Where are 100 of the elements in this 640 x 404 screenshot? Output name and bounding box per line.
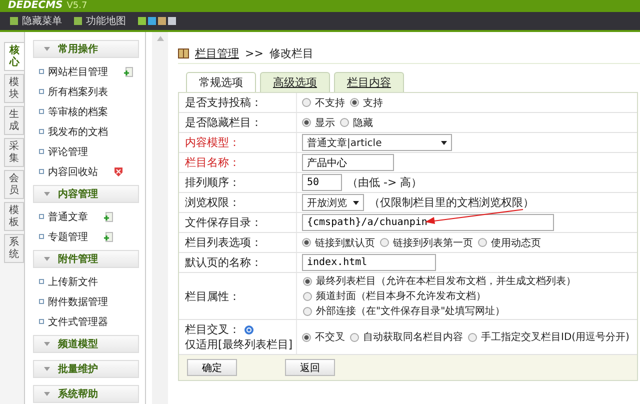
- radio-icon[interactable]: [350, 332, 359, 342]
- radio-icon[interactable]: [302, 332, 311, 342]
- version-label: V5.7: [66, 1, 88, 11]
- field-label: 文件保存目录：: [185, 215, 262, 230]
- radio-option[interactable]: 手工指定交叉栏目ID(用逗号分开): [468, 330, 630, 344]
- field-label: 栏目属性：: [185, 288, 240, 304]
- radio-icon[interactable]: [302, 98, 311, 107]
- input-field[interactable]: 50: [302, 174, 342, 191]
- tab[interactable]: 栏目内容: [334, 72, 404, 92]
- field-label: 栏目列表选项：: [185, 235, 262, 250]
- tab[interactable]: 高级选项: [260, 72, 330, 92]
- theme-swatch[interactable]: [168, 17, 176, 25]
- radio-option[interactable]: 链接到默认页: [302, 236, 375, 250]
- side-tab[interactable]: 模板: [4, 202, 24, 231]
- radio-icon[interactable]: [302, 118, 311, 127]
- caret-icon: [44, 192, 50, 196]
- input-field[interactable]: 产品中心: [302, 154, 394, 171]
- radio-icon[interactable]: [468, 332, 477, 342]
- radio-icon[interactable]: [303, 276, 312, 286]
- scroll-up-icon[interactable]: [156, 36, 164, 41]
- radio-icon[interactable]: [303, 306, 312, 316]
- field-label: 排列顺序：: [185, 175, 240, 190]
- dropdown[interactable]: 普通文章|article: [302, 134, 452, 151]
- menu-item[interactable]: 文件式管理器: [48, 314, 108, 328]
- input-field[interactable]: {cmspath}/a/chuanpin: [302, 214, 554, 231]
- radio-option[interactable]: 隐藏: [340, 116, 373, 130]
- side-tab[interactable]: 生成: [4, 106, 24, 135]
- radio-option[interactable]: 不交叉: [302, 330, 345, 344]
- theme-swatch[interactable]: [138, 17, 146, 25]
- add-page-icon[interactable]: [104, 212, 113, 222]
- hint-text: （由低 -> 高）: [347, 175, 422, 190]
- field-label: 默认页的名称：: [185, 255, 262, 270]
- help-icon[interactable]: [244, 324, 254, 334]
- caret-icon: [44, 342, 50, 346]
- field-label: 是否隐藏栏目：: [185, 115, 262, 130]
- book-icon: [178, 48, 189, 59]
- menu-item[interactable]: 评论管理: [48, 144, 88, 158]
- dropdown-arrow-icon: [441, 140, 447, 144]
- add-page-icon[interactable]: [124, 66, 133, 76]
- radio-icon[interactable]: [380, 238, 389, 247]
- form-button[interactable]: 返回: [285, 359, 335, 376]
- caret-icon: [44, 47, 50, 51]
- radio-option[interactable]: 链接到列表第一页: [380, 236, 473, 250]
- radio-icon[interactable]: [303, 292, 312, 300]
- field-label: 栏目交叉：: [185, 322, 240, 337]
- side-tab[interactable]: 核心: [4, 42, 24, 71]
- menu-item[interactable]: 专题管理: [48, 230, 88, 244]
- delete-icon[interactable]: [114, 166, 123, 176]
- radio-option[interactable]: 使用动态页: [478, 236, 541, 250]
- dropdown-arrow-icon: [353, 200, 359, 204]
- field-label: 栏目名称：: [185, 155, 240, 170]
- menu-group-header[interactable]: 常用操作: [33, 40, 139, 58]
- menu-item[interactable]: 附件数据管理: [48, 294, 108, 308]
- side-tab[interactable]: 系统: [4, 234, 24, 263]
- logo: DEDECMS: [8, 1, 63, 11]
- caret-icon: [44, 392, 50, 396]
- menu-item[interactable]: 网站栏目管理: [48, 64, 108, 78]
- menu-group-header[interactable]: 附件管理: [33, 250, 139, 268]
- radio-option[interactable]: 最终列表栏目（允许在本栏目发布文档，并生成文档列表）: [303, 274, 631, 288]
- breadcrumb-link[interactable]: 栏目管理: [195, 46, 239, 61]
- add-page-icon[interactable]: [104, 232, 113, 242]
- radio-option[interactable]: 自动获取同名栏目内容: [350, 330, 463, 344]
- tab[interactable]: 常规选项: [186, 72, 256, 92]
- menu-group-header[interactable]: 批量维护: [33, 360, 139, 378]
- dropdown[interactable]: 开放浏览: [302, 194, 364, 211]
- field-note: 仅适用[最终列表栏目]: [185, 337, 290, 352]
- radio-option[interactable]: 外部连接（在"文件保存目录"处填写网址）: [303, 304, 631, 318]
- radio-icon[interactable]: [302, 238, 311, 247]
- side-tab[interactable]: 会员: [4, 170, 24, 199]
- caret-icon: [44, 257, 50, 261]
- theme-swatch[interactable]: [158, 17, 166, 25]
- menu-item[interactable]: 内容回收站: [48, 164, 98, 178]
- menu-group-header[interactable]: 频道模型: [33, 335, 139, 353]
- hint-text: （仅限制栏目里的文档浏览权限）: [369, 195, 534, 210]
- radio-option[interactable]: 支持: [350, 96, 383, 110]
- radio-option[interactable]: 不支持: [302, 96, 345, 110]
- radio-icon[interactable]: [350, 98, 359, 107]
- radio-option[interactable]: 频道封面（栏目本身不允许发布文档）: [303, 289, 631, 303]
- menu-item[interactable]: 所有档案列表: [48, 84, 108, 98]
- caret-icon: [44, 367, 50, 371]
- menu-item[interactable]: 普通文章: [48, 210, 88, 224]
- field-label: 浏览权限：: [185, 195, 240, 210]
- menu-item[interactable]: 我发布的文档: [48, 124, 108, 138]
- radio-icon[interactable]: [478, 238, 487, 247]
- theme-swatch[interactable]: [148, 17, 156, 25]
- field-label: 是否支持投稿：: [185, 95, 262, 110]
- menu-group-header[interactable]: 内容管理: [33, 185, 139, 203]
- nav-link[interactable]: 功能地图: [74, 14, 126, 28]
- nav-link[interactable]: 隐藏菜单: [10, 14, 62, 28]
- scrollbar[interactable]: [152, 32, 168, 404]
- side-tab[interactable]: 模块: [4, 74, 24, 103]
- radio-option[interactable]: 显示: [302, 116, 335, 130]
- radio-icon[interactable]: [340, 118, 349, 127]
- menu-item[interactable]: 上传新文件: [48, 274, 98, 288]
- field-label: 内容模型：: [185, 135, 240, 150]
- menu-item[interactable]: 等审核的档案: [48, 104, 108, 118]
- input-field[interactable]: index.html: [302, 254, 436, 271]
- menu-group-header[interactable]: 系统帮助: [33, 385, 139, 403]
- form-button[interactable]: 确定: [187, 359, 237, 376]
- side-tab[interactable]: 采集: [4, 138, 24, 167]
